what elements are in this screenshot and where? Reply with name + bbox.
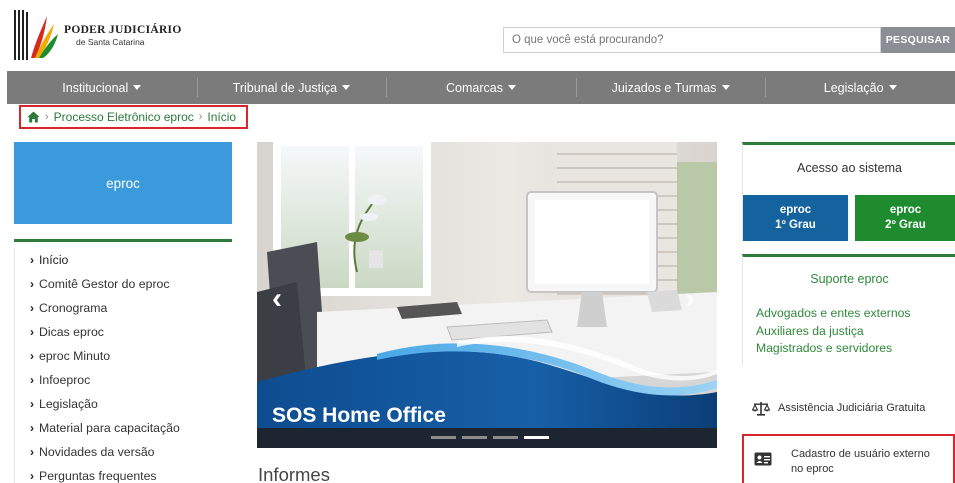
sidebar-item-novidades[interactable]: › Novidades da versão <box>15 440 232 464</box>
chevron-right-icon: › <box>30 469 34 483</box>
divider <box>14 239 232 242</box>
section-title-informes: Informes <box>258 464 330 483</box>
nav-label: Legislação <box>823 80 884 95</box>
sidebar-item-infoeproc[interactable]: › Infoeproc <box>15 368 232 392</box>
chevron-right-icon: › <box>30 373 34 387</box>
sidebar-menu: › Início › Comitê Gestor do eproc › Cronogr… <box>14 248 232 483</box>
sidebar-item-minuto[interactable]: › eproc Minuto <box>15 344 232 368</box>
button-label: eproc <box>889 204 922 216</box>
nav-label: Comarcas <box>446 80 503 95</box>
logo-subtitle: de Santa Catarina <box>76 37 145 47</box>
caret-down-icon <box>507 85 516 90</box>
image-carousel[interactable]: ‹ › SOS Home Office <box>257 142 717 448</box>
sidebar-item-label: Cronograma <box>39 301 108 315</box>
support-link-auxiliares[interactable]: Auxiliares da justiça <box>756 323 910 341</box>
sidebar-item-legislacao[interactable]: › Legislação <box>15 392 232 416</box>
carousel-indicator[interactable] <box>462 436 487 439</box>
chevron-right-icon: › <box>30 421 34 435</box>
support-link-advogados[interactable]: Advogados e entes externos <box>756 305 910 323</box>
chevron-right-icon: › <box>30 349 34 363</box>
chevron-right-icon: › <box>45 111 49 123</box>
button-label: eproc <box>779 204 812 216</box>
carousel-indicator[interactable] <box>431 436 456 439</box>
home-icon[interactable] <box>27 111 40 123</box>
carousel-indicators <box>431 436 549 439</box>
sidebar-item-inicio[interactable]: › Início <box>15 248 232 272</box>
breadcrumb-current[interactable]: Início <box>207 110 236 124</box>
support-links: Advogados e entes externos Auxiliares da… <box>756 305 910 358</box>
chevron-right-icon: › <box>30 301 34 315</box>
sidebar-item-material[interactable]: › Material para capacitação <box>15 416 232 440</box>
sidebar-title-box[interactable]: eproc <box>14 142 232 224</box>
tjsc-emblem-icon <box>14 10 58 60</box>
sidebar-item-label: Legislação <box>39 397 98 411</box>
sidebar-item-label: Início <box>39 253 69 267</box>
id-card-icon <box>754 452 780 469</box>
button-sublabel: 2º Grau <box>885 219 926 231</box>
sidebar-item-perguntas[interactable]: › Perguntas frequentes <box>15 464 232 483</box>
caret-down-icon <box>133 85 142 90</box>
cadastro-link[interactable]: Cadastro de usuário externo no eproc <box>742 434 955 483</box>
search-button[interactable]: PESQUISAR <box>881 27 955 53</box>
chevron-right-icon: › <box>30 253 34 267</box>
sidebar-title: eproc <box>106 175 140 191</box>
search-bar: PESQUISAR <box>503 27 955 53</box>
main-nav: Institucional Tribunal de Justiça Comarc… <box>7 71 955 104</box>
carousel-slide-title: SOS Home Office <box>272 404 446 427</box>
breadcrumb: › Processo Eletrônico eproc › Início <box>19 105 248 129</box>
logo-title: PODER JUDICIÁRIO <box>64 24 182 36</box>
sidebar-item-label: eproc Minuto <box>39 349 111 363</box>
button-sublabel: 1º Grau <box>775 219 816 231</box>
cadastro-label-line1: Cadastro de usuário externo <box>791 448 930 460</box>
chevron-right-icon: › <box>198 111 203 123</box>
breadcrumb-link-eproc[interactable]: Processo Eletrônico eproc <box>54 110 194 124</box>
eproc-1grau-button[interactable]: eproc 1º Grau <box>743 195 848 241</box>
nav-tribunal[interactable]: Tribunal de Justiça <box>196 71 387 104</box>
carousel-next-arrow-icon[interactable]: › <box>685 282 695 316</box>
chevron-right-icon: › <box>30 445 34 459</box>
chevron-right-icon: › <box>30 325 34 339</box>
sidebar-item-label: Comitê Gestor do eproc <box>39 277 170 291</box>
nav-comarcas[interactable]: Comarcas <box>386 71 576 104</box>
access-panel: Acesso ao sistema eproc 1º Grau eproc 2º… <box>742 142 955 241</box>
sidebar-item-label: Material para capacitação <box>39 421 180 435</box>
access-title: Acesso ao sistema <box>797 161 902 175</box>
support-panel: Suporte eproc Advogados e entes externos… <box>742 254 955 366</box>
sidebar-item-cronograma[interactable]: › Cronograma <box>15 296 232 320</box>
search-input[interactable] <box>503 27 881 53</box>
chevron-right-icon: › <box>30 277 34 291</box>
caret-down-icon <box>721 85 730 90</box>
carousel-indicator[interactable] <box>493 436 518 439</box>
scales-icon <box>752 401 778 416</box>
sidebar-item-comite[interactable]: › Comitê Gestor do eproc <box>15 272 232 296</box>
nav-label: Institucional <box>62 80 129 95</box>
chevron-right-icon: › <box>30 397 34 411</box>
site-header: PODER JUDICIÁRIO de Santa Catarina PESQU… <box>0 0 955 70</box>
sidebar-item-label: Infoeproc <box>39 373 91 387</box>
nav-legislacao[interactable]: Legislação <box>765 71 955 104</box>
caret-down-icon <box>888 85 897 90</box>
support-title: Suporte eproc <box>810 272 889 286</box>
cadastro-label-line2: no eproc <box>791 463 834 475</box>
nav-juizados[interactable]: Juizados e Turmas <box>575 71 766 104</box>
nav-institucional[interactable]: Institucional <box>7 71 197 104</box>
home-office-photo <box>257 142 717 448</box>
support-link-magistrados[interactable]: Magistrados e servidores <box>756 340 910 358</box>
eproc-2grau-button[interactable]: eproc 2º Grau <box>855 195 955 241</box>
sidebar-item-label: Dicas eproc <box>39 325 104 339</box>
nav-label: Juizados e Turmas <box>611 80 717 95</box>
site-logo[interactable]: PODER JUDICIÁRIO de Santa Catarina <box>14 10 204 60</box>
assistencia-label: Assistência Judiciária Gratuita <box>778 402 926 414</box>
caret-down-icon <box>342 85 351 90</box>
carousel-prev-arrow-icon[interactable]: ‹ <box>272 282 282 316</box>
nav-label: Tribunal de Justiça <box>232 80 338 95</box>
assistencia-link[interactable]: Assistência Judiciária Gratuita <box>742 390 955 426</box>
sidebar-item-label: Perguntas frequentes <box>39 469 157 483</box>
sidebar-item-label: Novidades da versão <box>39 445 155 459</box>
carousel-indicator-active[interactable] <box>524 436 549 439</box>
sidebar-item-dicas[interactable]: › Dicas eproc <box>15 320 232 344</box>
